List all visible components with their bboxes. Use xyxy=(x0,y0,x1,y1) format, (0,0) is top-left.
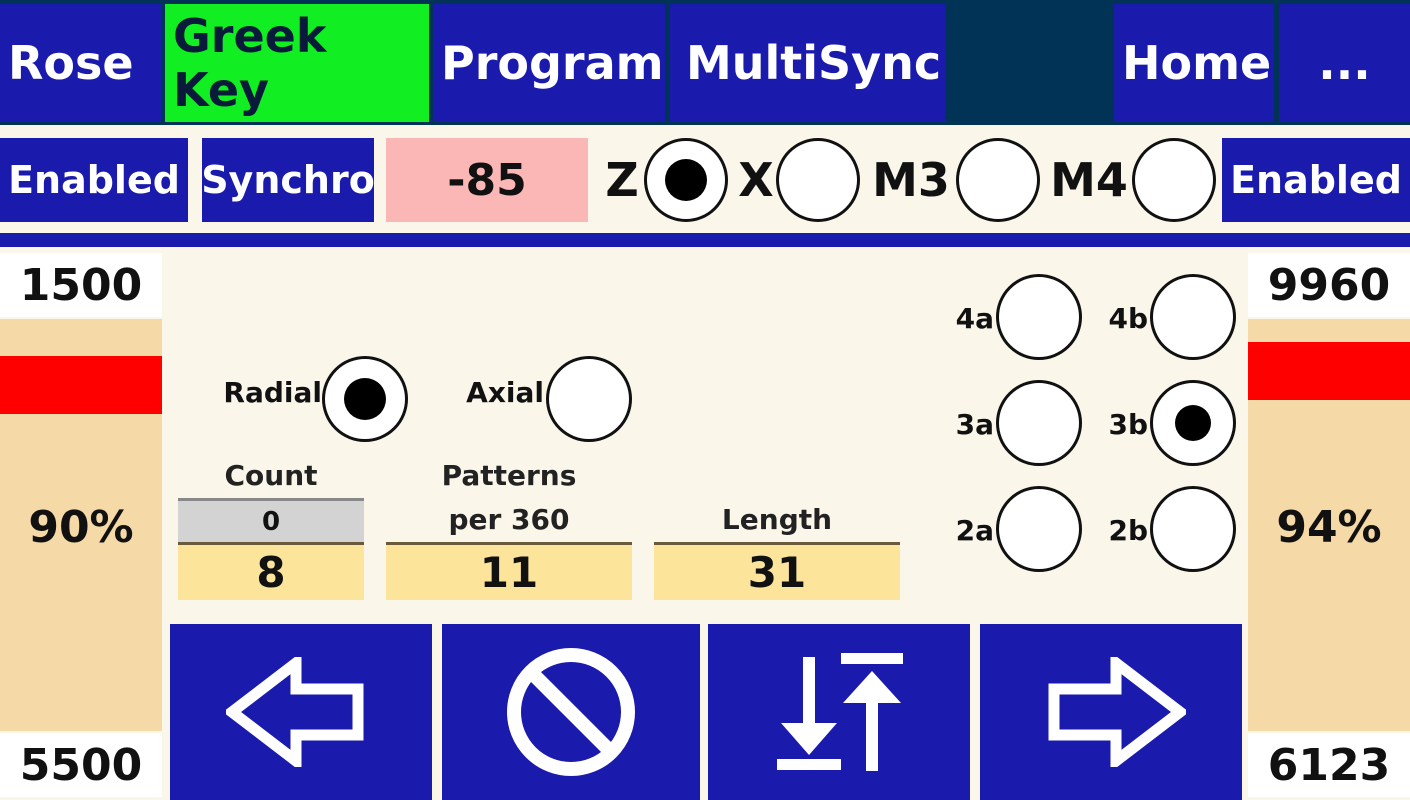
tab-program-label: Program xyxy=(441,36,664,90)
axis-x-label: X xyxy=(738,153,774,207)
tab-multisync-label: MultiSync xyxy=(686,36,942,90)
patterns-label-line2: per 360 xyxy=(448,503,570,536)
position-4a-radio[interactable] xyxy=(996,274,1082,360)
tab-more[interactable]: ... xyxy=(1279,4,1410,122)
stop-button[interactable] xyxy=(442,624,700,800)
position-4b-radio[interactable] xyxy=(1150,274,1236,360)
selected-dot-icon xyxy=(344,378,386,420)
axial-radio[interactable] xyxy=(546,356,632,442)
position-4b-label: 4b xyxy=(1108,301,1148,335)
tab-program[interactable]: Program xyxy=(433,4,665,122)
radial-label: Radial xyxy=(223,375,322,409)
axis-m4-radio[interactable] xyxy=(1132,138,1216,222)
tab-greek-key-label: Greek Key xyxy=(173,9,327,117)
axis-z-radio[interactable] xyxy=(644,138,728,222)
right-top-value: 9960 xyxy=(1248,253,1410,317)
left-bottom-value: 5500 xyxy=(0,733,162,797)
patterns-field[interactable]: 11 xyxy=(386,542,632,600)
synchro-label: Synchro xyxy=(201,158,375,202)
left-top-value: 1500 xyxy=(0,253,162,317)
tab-home-label: Home xyxy=(1122,36,1272,90)
left-enabled-button[interactable]: Enabled xyxy=(0,138,188,222)
right-level-marker[interactable] xyxy=(1248,342,1410,400)
axis-value: -85 xyxy=(447,154,527,206)
axis-z-label: Z xyxy=(605,153,639,207)
tab-multisync[interactable]: MultiSync xyxy=(670,4,946,122)
axis-m3-radio[interactable] xyxy=(956,138,1040,222)
tab-home[interactable]: Home xyxy=(1114,4,1274,122)
count-progress: 0 xyxy=(178,498,364,542)
prohibit-icon xyxy=(507,648,635,776)
position-3b-radio[interactable] xyxy=(1150,380,1236,466)
axis-x-radio[interactable] xyxy=(776,138,860,222)
position-3b-label: 3b xyxy=(1108,407,1148,441)
arrow-right-icon xyxy=(1048,657,1186,767)
axis-m3-label: M3 xyxy=(872,153,950,207)
selected-dot-icon xyxy=(1175,405,1211,441)
length-label: Length xyxy=(721,503,833,536)
left-percent: 90% xyxy=(28,501,134,553)
tab-more-label: ... xyxy=(1318,36,1371,90)
tab-rose-label: Rose xyxy=(8,36,134,90)
right-bottom-value: 6123 xyxy=(1248,733,1410,797)
position-3a-radio[interactable] xyxy=(996,380,1082,466)
count-label: Count xyxy=(224,459,318,492)
length-field[interactable]: 31 xyxy=(654,542,900,600)
right-percent: 94% xyxy=(1276,501,1382,553)
axial-label: Axial xyxy=(466,375,544,409)
sort-arrows-icon xyxy=(777,653,903,771)
previous-button[interactable] xyxy=(170,624,432,800)
count-field[interactable]: 8 xyxy=(178,542,364,600)
position-2b-label: 2b xyxy=(1108,513,1148,547)
divider xyxy=(0,233,1410,247)
synchro-button[interactable]: Synchro xyxy=(201,138,375,222)
tab-rose[interactable]: Rose xyxy=(0,4,162,122)
position-2a-radio[interactable] xyxy=(996,486,1082,572)
next-button[interactable] xyxy=(980,624,1242,800)
axis-value-field[interactable]: -85 xyxy=(386,138,588,222)
radial-radio[interactable] xyxy=(322,356,408,442)
swap-button[interactable] xyxy=(708,624,970,800)
right-enabled-label: Enabled xyxy=(1230,158,1402,202)
right-enabled-button[interactable]: Enabled xyxy=(1222,138,1410,222)
position-2a-label: 2a xyxy=(955,513,994,547)
axis-m4-label: M4 xyxy=(1050,153,1128,207)
tab-greek-key[interactable]: Greek Key xyxy=(165,4,429,122)
arrow-left-icon xyxy=(226,657,364,767)
left-level-marker[interactable] xyxy=(0,356,162,414)
left-enabled-label: Enabled xyxy=(8,158,180,202)
position-3a-label: 3a xyxy=(955,407,994,441)
patterns-label-line1: Patterns xyxy=(441,459,577,492)
position-4a-label: 4a xyxy=(955,301,994,335)
position-2b-radio[interactable] xyxy=(1150,486,1236,572)
selected-dot-icon xyxy=(665,159,707,201)
